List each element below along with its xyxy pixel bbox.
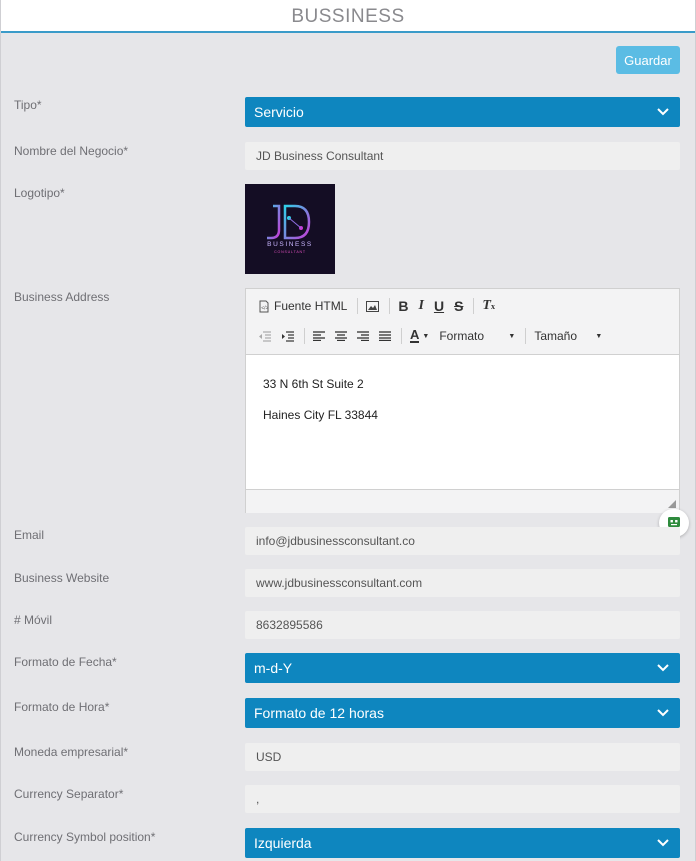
align-center-icon <box>335 331 347 341</box>
currency-symbol-position-value: Izquierda <box>254 835 312 851</box>
logo-text-business: BUSINESS <box>267 241 313 248</box>
format-dropdown[interactable]: Formato ▼ <box>439 329 515 343</box>
currency-label: Moneda empresarial* <box>14 745 129 759</box>
currency-symbol-position-label: Currency Symbol position* <box>14 830 156 844</box>
website-field[interactable]: www.jdbusinessconsultant.com <box>245 569 680 597</box>
format-dropdown-label: Formato <box>439 329 485 343</box>
caret-down-icon: ▼ <box>422 332 430 340</box>
date-format-label: Formato de Fecha* <box>14 655 117 669</box>
logo-graphic: BUSINESS CONSULTANT <box>267 204 313 254</box>
address-line: Haines City FL 33844 <box>263 408 378 422</box>
logo-image[interactable]: BUSINESS CONSULTANT <box>245 184 335 274</box>
chevron-down-icon <box>657 709 669 717</box>
toolbar-separator <box>525 328 527 344</box>
tipo-label: Tipo* <box>14 98 42 112</box>
align-left-icon <box>313 331 325 341</box>
currency-separator-label: Currency Separator* <box>14 787 124 801</box>
size-dropdown-label: Tamaño <box>534 329 578 343</box>
chevron-down-icon <box>657 108 669 116</box>
resize-handle-icon[interactable] <box>668 500 676 508</box>
align-right-icon <box>357 331 369 341</box>
email-label: Email <box>14 528 45 542</box>
chevron-down-icon <box>657 664 669 672</box>
currency-separator-field[interactable]: , <box>245 785 680 813</box>
image-icon <box>366 300 380 312</box>
business-name-label: Nombre del Negocio* <box>14 144 129 158</box>
indent-icon <box>282 330 294 342</box>
currency-symbol-position-select[interactable]: Izquierda <box>245 828 680 858</box>
email-field[interactable]: info@jdbusinessconsultant.co <box>245 527 680 555</box>
mobile-field[interactable]: 8632895586 <box>245 611 680 639</box>
justify-icon <box>379 331 391 341</box>
date-format-select[interactable]: m-d-Y <box>245 653 680 683</box>
size-dropdown[interactable]: Tamaño ▼ <box>534 329 602 343</box>
align-right-button[interactable] <box>357 331 369 341</box>
remove-format-button[interactable]: Tx <box>482 298 495 314</box>
editor-footer <box>246 489 679 513</box>
page-title: BUSSINESS <box>1 0 695 33</box>
time-format-select-value: Formato de 12 horas <box>254 705 384 721</box>
align-left-button[interactable] <box>313 331 325 341</box>
toolbar-separator <box>357 298 359 314</box>
caret-down-icon: ▼ <box>508 332 516 340</box>
chevron-down-icon <box>657 839 669 847</box>
caret-down-icon: ▼ <box>595 332 603 340</box>
date-format-select-value: m-d-Y <box>254 660 293 676</box>
toolbar-separator <box>304 328 305 344</box>
tipo-select-value: Servicio <box>254 104 304 120</box>
strikethrough-button[interactable]: S <box>454 298 463 314</box>
text-color-icon: A <box>410 327 420 343</box>
align-center-button[interactable] <box>335 331 347 341</box>
currency-field[interactable]: USD <box>245 743 680 771</box>
source-html-label: Fuente HTML <box>274 299 348 313</box>
business-name-input[interactable]: JD Business Consultant <box>245 142 680 170</box>
outdent-icon <box>259 330 271 342</box>
toolbar-separator <box>401 328 402 344</box>
mobile-label: # Móvil <box>14 613 53 627</box>
italic-button[interactable]: I <box>418 298 423 314</box>
logo-text-consultant: CONSULTANT <box>274 250 306 254</box>
address-label: Business Address <box>14 290 110 304</box>
toolbar-separator <box>389 298 391 314</box>
editor-toolbar: </> Fuente HTML B I U S Tx A ▼ Formato ▼… <box>246 289 679 355</box>
time-format-label: Formato de Hora* <box>14 700 110 714</box>
outdent-button[interactable] <box>258 330 271 342</box>
svg-text:</>: </> <box>261 305 268 311</box>
address-line: 33 N 6th St Suite 2 <box>263 377 364 391</box>
time-format-select[interactable]: Formato de 12 horas <box>245 698 680 728</box>
logo-label: Logotipo* <box>14 186 65 200</box>
image-button[interactable] <box>366 300 380 312</box>
bold-button[interactable]: B <box>398 298 408 314</box>
indent-button[interactable] <box>281 330 294 342</box>
source-icon: </> <box>259 300 269 312</box>
toolbar-separator <box>473 298 475 314</box>
editor-content[interactable]: 33 N 6th St Suite 2 Haines City FL 33844 <box>246 355 679 489</box>
tipo-select[interactable]: Servicio <box>245 97 680 127</box>
save-button[interactable]: Guardar <box>616 46 680 74</box>
text-color-button[interactable]: A ▼ <box>410 327 430 343</box>
underline-button[interactable]: U <box>434 298 444 314</box>
website-label: Business Website <box>14 571 110 585</box>
source-html-button[interactable]: </> Fuente HTML <box>258 299 347 313</box>
justify-button[interactable] <box>379 331 391 341</box>
address-rich-text-editor[interactable]: </> Fuente HTML B I U S Tx A ▼ Formato ▼… <box>245 288 680 513</box>
